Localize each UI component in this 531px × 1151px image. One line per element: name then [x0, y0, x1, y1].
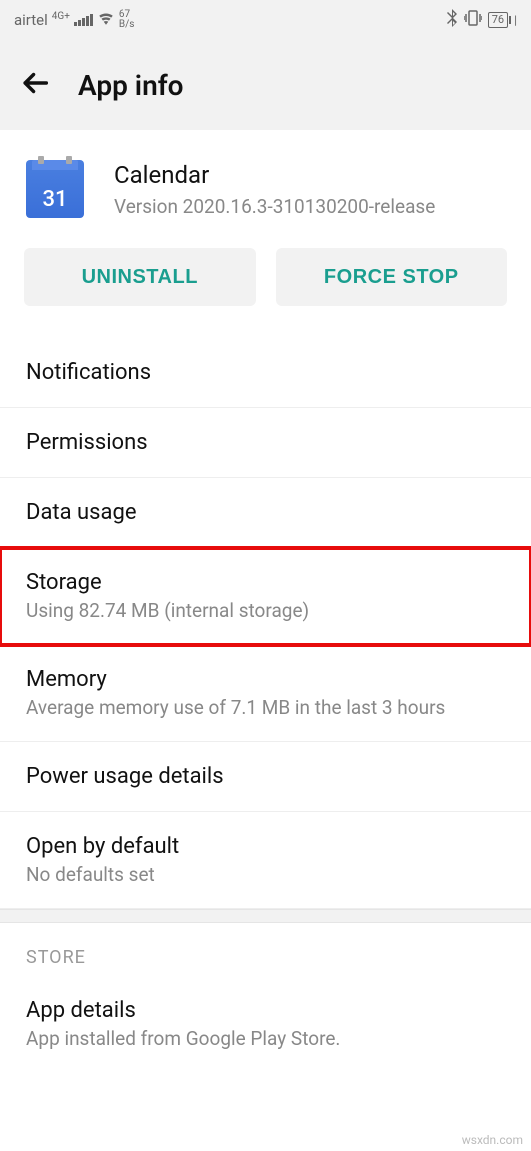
row-open-by-default[interactable]: Open by default No defaults set — [0, 812, 531, 909]
app-meta: Calendar Version 2020.16.3-310130200-rel… — [114, 161, 435, 218]
uninstall-button[interactable]: UNINSTALL — [24, 248, 256, 306]
calendar-app-icon: 31 — [26, 160, 84, 218]
signal-icon — [74, 14, 93, 26]
row-title: Data usage — [26, 500, 505, 525]
vibrate-icon — [464, 10, 482, 30]
app-name: Calendar — [114, 161, 435, 189]
carrier-label: airtel — [14, 11, 48, 29]
row-title: App details — [26, 998, 505, 1023]
wifi-icon — [97, 11, 115, 29]
row-notifications[interactable]: Notifications — [0, 338, 531, 408]
row-storage[interactable]: Storage Using 82.74 MB (internal storage… — [0, 548, 531, 645]
data-speed: 67 B/s — [119, 10, 135, 30]
row-subtitle: App installed from Google Play Store. — [26, 1027, 505, 1050]
row-title: Power usage details — [26, 764, 505, 789]
row-title: Permissions — [26, 430, 505, 455]
row-app-details[interactable]: App details App installed from Google Pl… — [0, 976, 531, 1072]
row-permissions[interactable]: Permissions — [0, 408, 531, 478]
app-version: Version 2020.16.3-310130200-release — [114, 195, 435, 218]
speed-unit: B/s — [119, 20, 135, 30]
row-title: Notifications — [26, 360, 505, 385]
row-memory[interactable]: Memory Average memory use of 7.1 MB in t… — [0, 645, 531, 742]
status-right: 76 | — [446, 9, 517, 31]
status-bar: airtel 4G+ 67 B/s 76 | — [0, 0, 531, 40]
bluetooth-icon — [446, 9, 458, 31]
back-icon[interactable] — [18, 66, 52, 104]
force-stop-button[interactable]: FORCE STOP — [276, 248, 508, 306]
watermark: wsxdn.com — [462, 1133, 523, 1147]
network-badge: 4G+ — [52, 11, 70, 22]
page-title: App info — [78, 69, 184, 102]
battery-extra: | — [514, 13, 517, 27]
section-divider — [0, 909, 531, 923]
store-section-label: STORE — [0, 923, 531, 976]
status-left: airtel 4G+ 67 B/s — [14, 10, 134, 30]
row-data-usage[interactable]: Data usage — [0, 478, 531, 548]
row-title: Storage — [26, 570, 505, 595]
action-buttons: UNINSTALL FORCE STOP — [0, 248, 531, 338]
store-list: App details App installed from Google Pl… — [0, 976, 531, 1072]
row-subtitle: Average memory use of 7.1 MB in the last… — [26, 696, 505, 719]
row-title: Memory — [26, 667, 505, 692]
app-bar: App info — [0, 40, 531, 130]
battery-icon: 76 — [488, 12, 508, 28]
settings-list: Notifications Permissions Data usage Sto… — [0, 338, 531, 909]
app-header: 31 Calendar Version 2020.16.3-310130200-… — [0, 130, 531, 248]
row-subtitle: Using 82.74 MB (internal storage) — [26, 599, 505, 622]
row-title: Open by default — [26, 834, 505, 859]
row-subtitle: No defaults set — [26, 863, 505, 886]
row-power-usage[interactable]: Power usage details — [0, 742, 531, 812]
